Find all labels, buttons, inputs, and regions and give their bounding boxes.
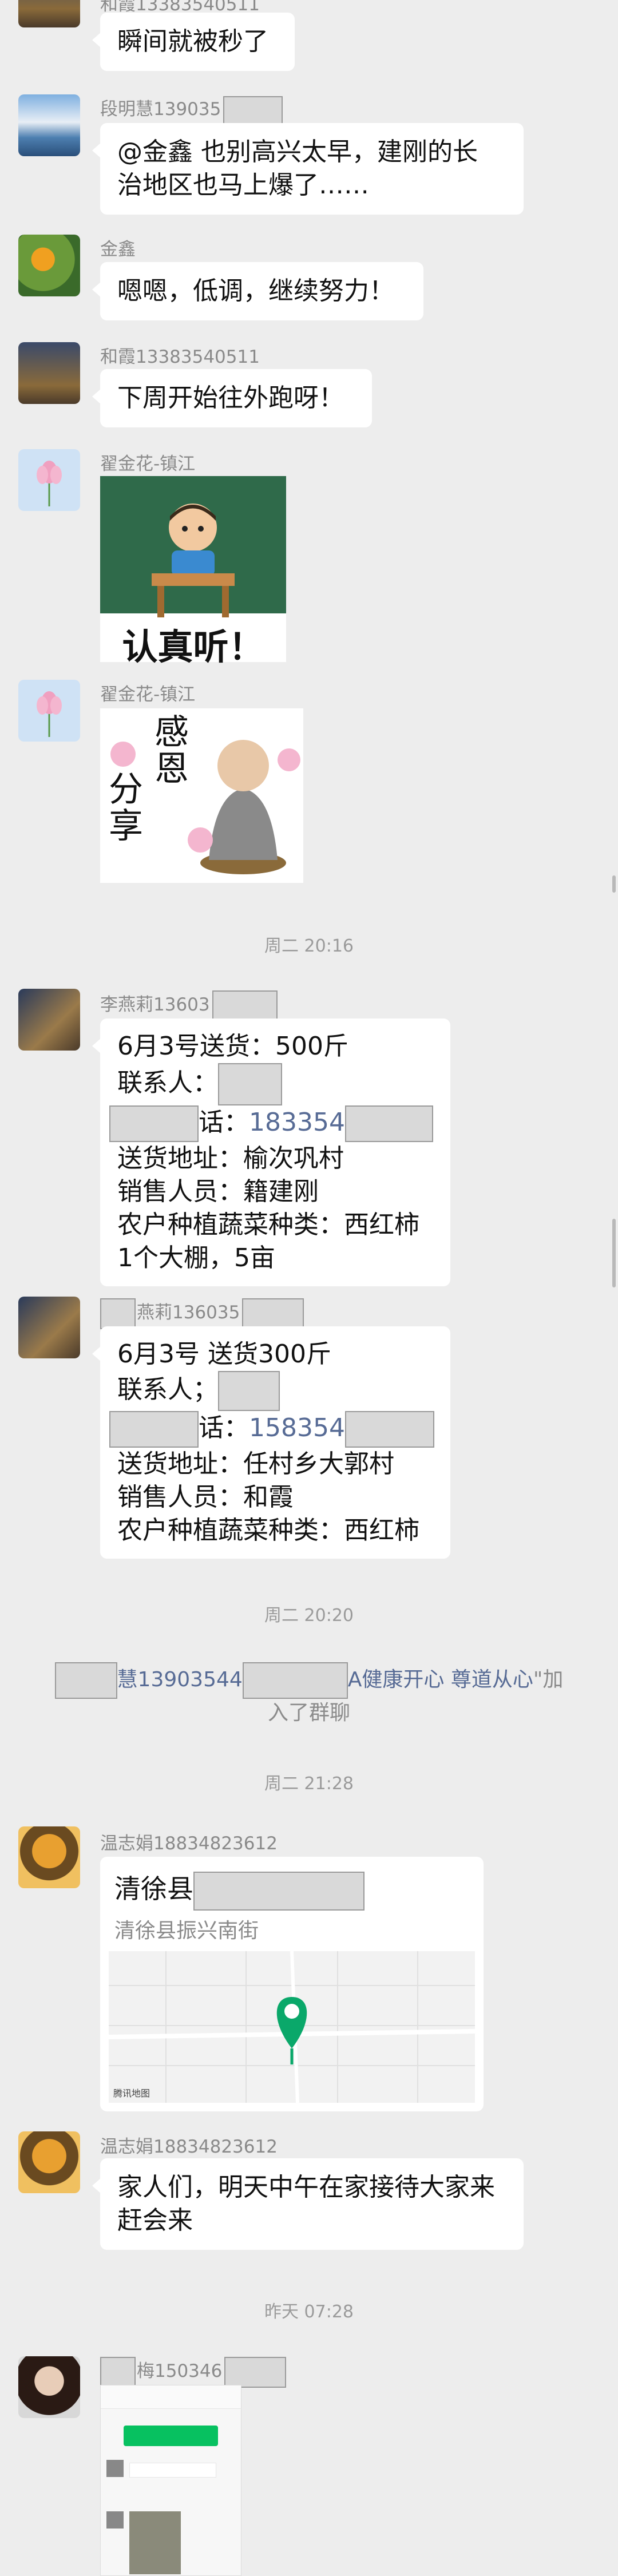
message-text: 下周开始往外跑呀！ [117,383,344,413]
message-text: 话：158354 [109,1411,434,1448]
message-text: 联系人； [117,1371,433,1411]
message-text: @金鑫 也别高兴太早，建刚的长 [117,137,478,167]
message-text: 销售人员：籍建刚 [117,1177,319,1206]
scrollbar[interactable] [612,1219,616,1287]
message-text: 1个大棚，5亩 [117,1243,275,1273]
message-text: 送货地址：榆次巩村 [117,1144,344,1173]
message-bubble[interactable]: 家人们，明天中午在家接待大家来 赶会来 [92,2158,524,2250]
timestamp: 周二 20:20 [264,1606,354,1626]
lotus-icon [37,461,62,506]
avatar[interactable] [18,342,80,404]
avatar[interactable] [18,680,80,742]
message-bubble[interactable]: 6月3号 送货300斤 联系人； 话：158354 送货地址：任村乡大郭村 销售… [92,1326,450,1559]
message-text: 嗯嗯，低调，继续努力！ [117,276,394,306]
member-name-link[interactable]: A健康开心 尊道从心 [348,1668,533,1691]
sticker-image[interactable]: 感恩 分享 [100,708,303,883]
avatar[interactable] [18,94,80,156]
lotus-icon [37,691,62,737]
sticker-caption: 认真听！ [122,626,264,668]
sender-name: 翟金花-镇江 [100,454,196,474]
sender-name: 温志娟18834823612 [100,1833,278,1854]
member-name-link[interactable]: 慧13903544 [117,1668,243,1691]
sender-name: 梅150346 [100,2356,287,2388]
sender-name: 温志娟18834823612 [100,2137,278,2157]
system-notice: 慧13903544 A健康开心 尊道从心"加 入了群聊 [34,1662,584,1727]
message-text: 赶会来 [117,2206,193,2235]
sender-name: 李燕莉13603 [100,990,278,1021]
avatar[interactable] [18,0,80,27]
scrollbar[interactable] [612,875,616,893]
message-text: 瞬间就被秒了 [117,27,268,56]
sender-name: 翟金花-镇江 [100,684,196,705]
message-bubble[interactable]: 下周开始往外跑呀！ [92,369,372,427]
sender-name: 燕莉136035 [100,1298,304,1329]
avatar[interactable] [18,235,80,296]
timestamp: 周二 21:28 [264,1774,354,1794]
message-text: 6月3号送货：500斤 [117,1032,348,1061]
avatar[interactable] [18,2131,80,2193]
message-text: 话：183354 [109,1105,433,1142]
avatar[interactable] [18,449,80,511]
timestamp: 昨天 07:28 [264,2302,354,2322]
sender-name: 段明慧139035 [100,94,283,125]
message-text: 农户种植蔬菜种类：西红柿 [117,1210,419,1239]
phone-link[interactable]: 183354 [249,1108,345,1137]
avatar[interactable] [18,1826,80,1888]
sender-name: 金鑫 [100,239,136,260]
message-text: 销售人员：和霞 [117,1483,294,1512]
sender-name: 和霞13383540511 [100,347,260,367]
message-text: 治地区也马上爆了…… [117,171,369,200]
timestamp: 周二 20:16 [264,936,354,956]
sticker-caption: 感恩 [154,712,189,789]
message-text: 联系人： [117,1063,433,1105]
avatar[interactable] [18,1297,80,1358]
message-bubble[interactable]: @金鑫 也别高兴太早，建刚的长 治地区也马上爆了…… [92,123,524,215]
location-card[interactable]: 清徐县 清徐县振兴南街 腾讯地图 [100,1857,484,2111]
message-bubble[interactable]: 嗯嗯，低调，继续努力！ [92,262,423,320]
message-bubble[interactable]: 瞬间就被秒了 [92,13,295,71]
location-title: 清徐县 [114,1868,365,1911]
message-text: 送货地址：任村乡大郭村 [117,1449,394,1479]
map-preview[interactable]: 腾讯地图 [109,1951,475,2103]
phone-link[interactable]: 158354 [249,1413,345,1442]
sticker-image[interactable]: 认真听！ [100,476,286,668]
map-icon [109,1951,475,2103]
image-message[interactable] [100,2385,241,2576]
message-text: 家人们，明天中午在家接待大家来 [117,2173,495,2202]
message-text: 6月3号 送货300斤 [117,1339,331,1369]
avatar[interactable] [18,989,80,1051]
sticker-caption: 分享 [109,770,143,846]
map-brand-label: 腾讯地图 [113,2088,150,2099]
location-address: 清徐县振兴南街 [114,1919,259,1943]
message-bubble[interactable]: 6月3号送货：500斤 联系人： 话：183354 送货地址：榆次巩村 销售人员… [92,1018,450,1286]
avatar[interactable] [18,2356,80,2418]
message-text: 农户种植蔬菜种类：西红柿 [117,1516,419,1545]
